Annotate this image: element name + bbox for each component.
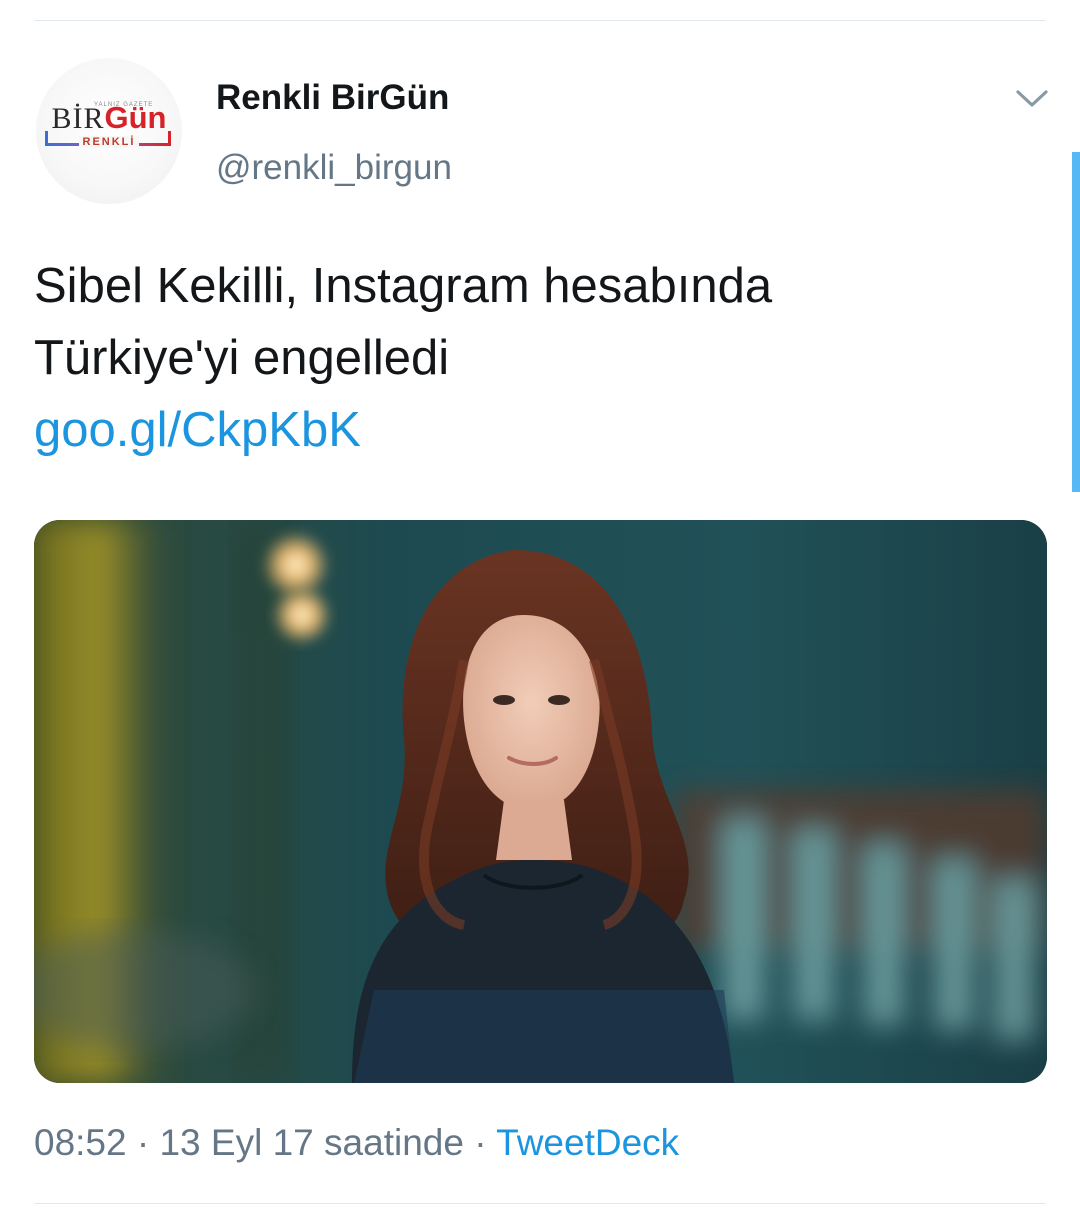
tweet-meta: 08:52 · 13 Eyl 17 saatinde · TweetDeck xyxy=(34,1122,679,1164)
bottom-divider xyxy=(34,1203,1046,1204)
tweet-text: Sibel Kekilli, Instagram hesabında Türki… xyxy=(34,250,1044,466)
meta-separator-2: · xyxy=(474,1122,487,1163)
tweet-time[interactable]: 08:52 xyxy=(34,1122,127,1163)
tweet-date[interactable]: 13 Eyl 17 saatinde xyxy=(159,1122,463,1163)
profile-avatar[interactable]: YALNIZ GAZETE BİRGün RENKLİ xyxy=(36,58,182,204)
tweet-text-line-1: Sibel Kekilli, Instagram hesabında xyxy=(34,259,773,313)
tweet-photo[interactable] xyxy=(34,520,1047,1083)
tweet-link[interactable]: goo.gl/CkpKbK xyxy=(34,403,361,457)
logo-renkli-text: RENKLİ xyxy=(78,136,140,148)
birgun-logo: BİRGün RENKLİ xyxy=(36,100,182,148)
photo-icon xyxy=(34,520,1047,1083)
scrollbar[interactable] xyxy=(1072,152,1080,492)
chevron-down-icon[interactable] xyxy=(1014,84,1050,112)
top-divider xyxy=(34,20,1046,21)
display-name[interactable]: Renkli BirGün xyxy=(216,78,449,118)
tweet-source-link[interactable]: TweetDeck xyxy=(496,1122,679,1163)
user-handle[interactable]: @renkli_birgun xyxy=(216,148,452,188)
meta-separator-1: · xyxy=(136,1122,150,1163)
tweet-text-line-2: Türkiye'yi engelledi xyxy=(34,331,450,385)
logo-gun-text: Gün xyxy=(104,100,167,135)
